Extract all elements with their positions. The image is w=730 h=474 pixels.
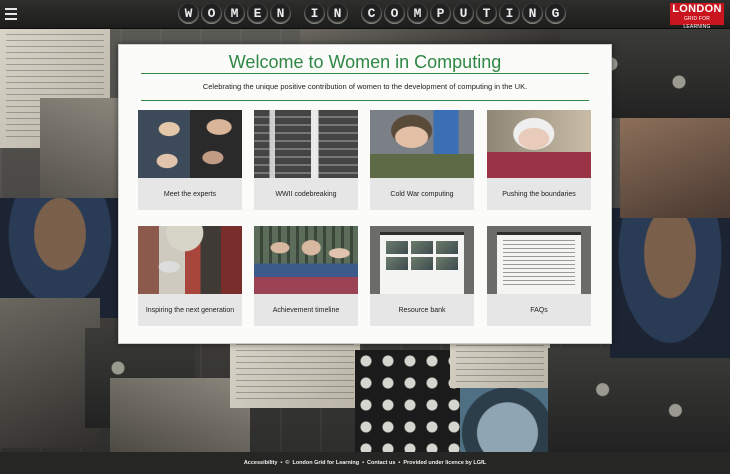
logo-line1: LONDON	[672, 3, 722, 15]
title-key: N	[270, 3, 291, 24]
bg-enigma-keyboard	[355, 350, 465, 452]
footer-separator: •	[280, 460, 283, 466]
title-key: I	[304, 3, 325, 24]
nav-card[interactable]: Achievement timeline	[254, 226, 358, 326]
nav-card[interactable]: FAQs	[487, 226, 591, 326]
contact-us-link[interactable]: Contact us	[367, 460, 395, 466]
card-thumbnail-image	[254, 110, 358, 178]
bg-photo-classroom	[620, 118, 730, 218]
title-key: O	[384, 3, 405, 24]
nav-card[interactable]: Inspiring the next generation	[138, 226, 242, 326]
card-label: Cold War computing	[390, 190, 454, 198]
card-thumbnail-image	[487, 226, 591, 294]
title-key: W	[178, 3, 199, 24]
card-thumbnail-image	[138, 110, 242, 178]
title-key: I	[499, 3, 520, 24]
title-key: N	[522, 3, 543, 24]
welcome-panel: Welcome to Women in Computing Celebratin…	[118, 44, 612, 344]
card-label: FAQs	[530, 306, 548, 314]
footer-separator: •	[398, 460, 401, 466]
licence-link[interactable]: Provided under licence by LGfL	[403, 460, 486, 466]
bg-portrait-ada	[610, 208, 730, 358]
bg-photo-computer	[110, 378, 250, 452]
card-label: Resource bank	[398, 306, 446, 314]
title-key: U	[453, 3, 474, 24]
title-key: C	[361, 3, 382, 24]
logo-line2: GRID FOR LEARNING	[683, 16, 711, 30]
nav-card[interactable]: Meet the experts	[138, 110, 242, 210]
title-key: T	[476, 3, 497, 24]
nav-card[interactable]: WWII codebreaking	[254, 110, 358, 210]
card-label: WWII codebreaking	[275, 190, 337, 198]
footer: Accessibility • © London Grid for Learni…	[0, 452, 730, 474]
title-divider	[141, 73, 589, 74]
card-label: Achievement timeline	[272, 306, 340, 314]
card-thumbnail-image	[370, 226, 474, 294]
card-thumbnail-image	[370, 110, 474, 178]
copyright-symbol: ©	[285, 460, 290, 466]
nav-card[interactable]: Cold War computing	[370, 110, 474, 210]
subtitle-divider	[141, 100, 589, 101]
card-label: Inspiring the next generation	[145, 306, 235, 314]
page-title: Welcome to Women in Computing	[228, 52, 502, 72]
title-key	[350, 3, 359, 24]
bg-photo-mainframe	[548, 348, 730, 452]
accessibility-link[interactable]: Accessibility	[244, 460, 278, 466]
lgfl-link[interactable]: London Grid for Learning	[292, 460, 359, 466]
title-key: E	[247, 3, 268, 24]
lgfl-logo[interactable]: LONDON GRID FOR LEARNING	[670, 3, 724, 30]
title-key: O	[201, 3, 222, 24]
title-key	[293, 3, 302, 24]
bg-paper-tape	[230, 338, 360, 408]
card-label: Pushing the boundaries	[502, 190, 576, 198]
card-thumbnail-image	[138, 226, 242, 294]
hamburger-menu-icon[interactable]	[5, 8, 17, 20]
title-key: G	[545, 3, 566, 24]
card-thumbnail-image	[254, 226, 358, 294]
site-title-typewriter-keys: WOMENINCOMPUTING	[178, 3, 566, 25]
nav-card[interactable]: Pushing the boundaries	[487, 110, 591, 210]
page-subtitle: Celebrating the unique positive contribu…	[202, 82, 528, 91]
card-label: Meet the experts	[163, 190, 217, 198]
title-key: M	[407, 3, 428, 24]
card-thumbnail-image	[487, 110, 591, 178]
nav-card[interactable]: Resource bank	[370, 226, 474, 326]
top-bar: WOMENINCOMPUTING LONDON GRID FOR LEARNIN…	[0, 0, 730, 30]
title-key: M	[224, 3, 245, 24]
title-key: P	[430, 3, 451, 24]
title-key: N	[327, 3, 348, 24]
bg-photo-drum	[460, 388, 555, 452]
footer-separator: •	[362, 460, 364, 466]
